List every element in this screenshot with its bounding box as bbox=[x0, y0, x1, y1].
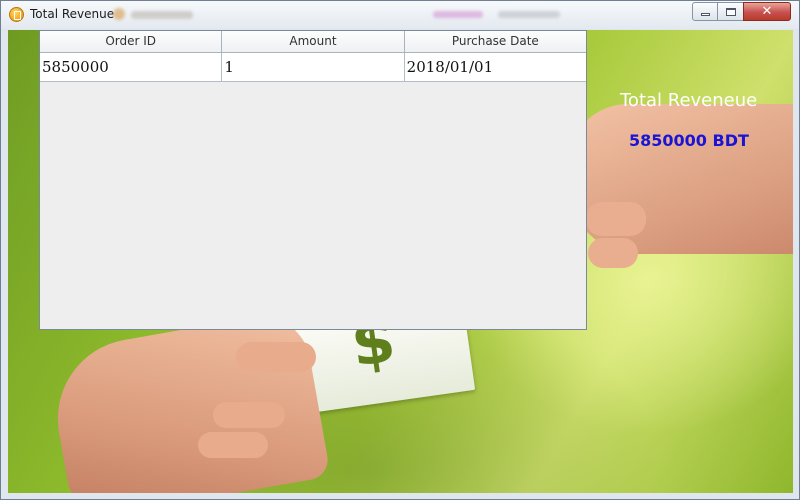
blurred-overlay-icon bbox=[113, 8, 125, 20]
close-button[interactable]: ✕ bbox=[743, 2, 791, 21]
column-header-purchase-date[interactable]: Purchase Date bbox=[405, 31, 586, 52]
blurred-overlay-text bbox=[498, 11, 560, 18]
table-row[interactable]: 5850000 1 2018/01/01 bbox=[40, 53, 586, 82]
blurred-overlay-text bbox=[433, 11, 483, 18]
minimize-button[interactable] bbox=[692, 2, 718, 21]
app-window: Total Revenue ✕ $ Total Reveneue 5850000… bbox=[0, 0, 800, 500]
finger-image bbox=[198, 432, 268, 458]
close-icon: ✕ bbox=[761, 4, 773, 19]
orders-table[interactable]: Order ID Amount Purchase Date 5850000 1 … bbox=[39, 30, 587, 330]
minimize-icon bbox=[700, 13, 710, 16]
column-header-amount[interactable]: Amount bbox=[222, 31, 405, 52]
content-area: $ Total Reveneue 5850000 BDT Order ID Am… bbox=[8, 30, 793, 493]
blurred-overlay-text bbox=[131, 11, 193, 19]
total-revenue-label: Total Reveneue bbox=[620, 90, 758, 111]
finger-image bbox=[213, 402, 285, 428]
window-title: Total Revenue bbox=[30, 7, 115, 21]
app-icon bbox=[9, 7, 24, 22]
maximize-icon bbox=[725, 7, 736, 16]
finger-image bbox=[586, 202, 646, 236]
cell-amount[interactable]: 1 bbox=[222, 53, 405, 81]
finger-image bbox=[588, 238, 638, 268]
cell-order-id[interactable]: 5850000 bbox=[40, 53, 223, 81]
table-header: Order ID Amount Purchase Date bbox=[40, 31, 586, 53]
column-header-order-id[interactable]: Order ID bbox=[40, 31, 223, 52]
maximize-button[interactable] bbox=[717, 2, 744, 21]
title-bar[interactable]: Total Revenue ✕ bbox=[1, 1, 799, 29]
cell-purchase-date[interactable]: 2018/01/01 bbox=[405, 53, 586, 81]
total-revenue-value: 5850000 BDT bbox=[629, 131, 749, 150]
finger-image bbox=[236, 342, 316, 372]
